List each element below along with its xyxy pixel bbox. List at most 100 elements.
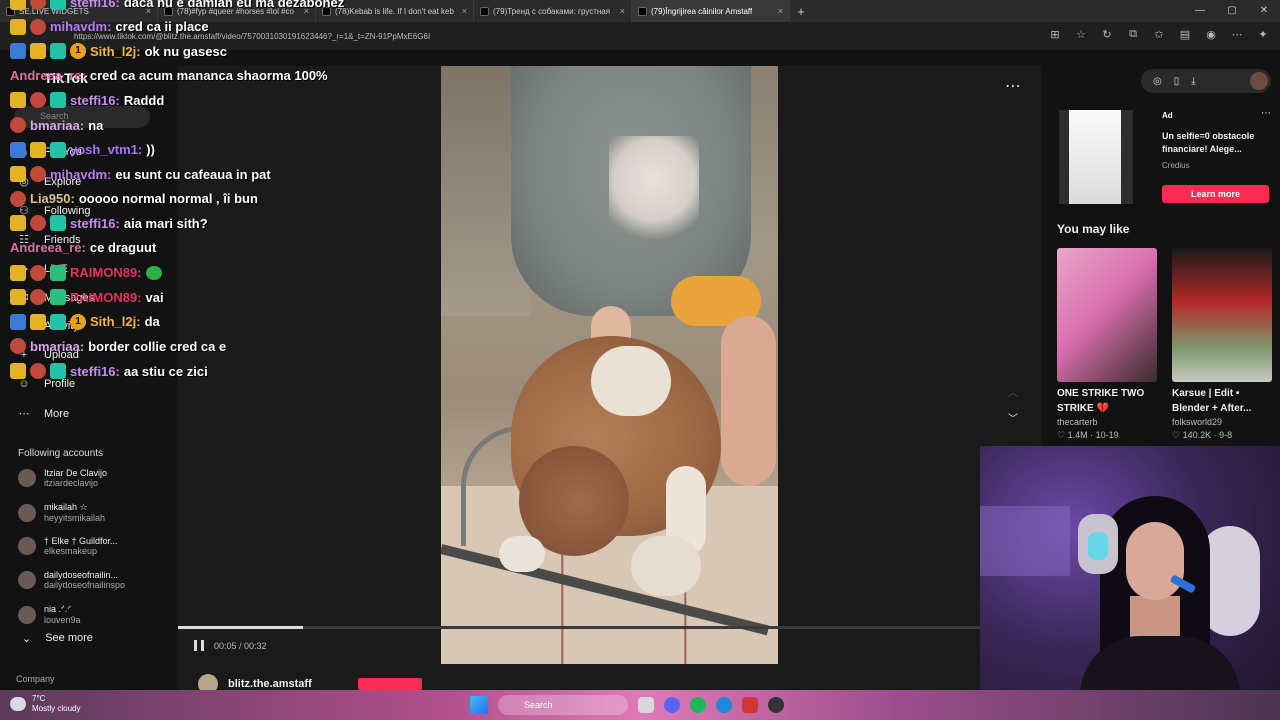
following-account[interactable]: Itziar De Clavijo itziardeclavijo: [18, 468, 107, 488]
close-tab-icon[interactable]: ×: [462, 6, 467, 16]
profile-icon: ☺: [18, 378, 30, 390]
author-name[interactable]: blitz.the.amstaff: [228, 678, 312, 690]
badge-icon: [30, 141, 46, 158]
profile-avatar-icon[interactable]: ◉: [1204, 28, 1218, 41]
chat-text: daca nu e damian eu ma dezabonez: [123, 0, 345, 10]
chevron-down-icon: ⌄: [22, 633, 32, 645]
weather-text: 7°C Mostly cloudy: [32, 694, 80, 714]
card-author: folksworld29: [1172, 417, 1223, 427]
chat-username: Andreea_re:: [10, 240, 86, 255]
chat-text: ce draguut: [89, 240, 157, 255]
user-avatar[interactable]: [1250, 72, 1268, 90]
account-info: nia .ᐟ.ᐟ louven9a: [44, 604, 81, 625]
badge-icon: [10, 117, 26, 133]
webcam-scene-headset-light: [1088, 532, 1108, 560]
refresh-icon[interactable]: ↻: [1100, 28, 1114, 41]
chat-username: mihavdm:: [50, 166, 112, 182]
chat-message: bmariaa: border collie cred ca e: [10, 338, 226, 355]
follow-button[interactable]: [358, 678, 422, 690]
phone-icon[interactable]: ▯: [1174, 76, 1180, 87]
card-stats: ♡ 1.4M · 10-19: [1057, 430, 1119, 440]
badge-icon: [30, 43, 46, 60]
favorite-star-icon[interactable]: ☆: [1074, 28, 1088, 41]
streaming-app-icon[interactable]: [742, 697, 758, 713]
obs-icon[interactable]: [768, 697, 784, 713]
pause-icon[interactable]: [194, 640, 204, 651]
badge-icon: [30, 215, 46, 232]
nav-item[interactable]: ☺ Profile: [18, 378, 75, 390]
browser-tab[interactable]: (79)Îngrijirea câinilor Amstaff ×: [632, 0, 790, 22]
see-more-label: See more: [45, 632, 93, 644]
card-author: thecarterb: [1057, 417, 1098, 427]
spotify-icon[interactable]: [690, 697, 706, 713]
chat-username: steffi16:: [70, 363, 120, 379]
badge-icon: [50, 141, 66, 158]
favorites-icon[interactable]: ✩: [1152, 28, 1166, 41]
chat-username: Andreea_re:: [10, 67, 86, 83]
following-account[interactable]: mikailah ☆ heyyitsmikailah: [18, 502, 105, 523]
windows-start-icon[interactable]: [470, 696, 488, 714]
video-scene-puppy-paw: [631, 536, 701, 596]
menu-dots-icon[interactable]: ⋯: [1230, 28, 1244, 41]
video-player[interactable]: [441, 66, 778, 664]
account-info: Itziar De Clavijo itziardeclavijo: [44, 468, 107, 488]
download-icon[interactable]: ⤓: [1191, 76, 1195, 87]
badge-icon: [30, 289, 46, 306]
playback-controls: 00:05 / 00:32: [194, 640, 267, 651]
copilot-icon[interactable]: ✦: [1256, 28, 1270, 41]
edge-icon[interactable]: [716, 697, 732, 713]
weather-widget[interactable]: 7°C Mostly cloudy: [10, 694, 80, 714]
next-video-icon[interactable]: ﹀: [1008, 410, 1018, 425]
badge-icon: [50, 215, 66, 232]
badge-icon: [10, 215, 26, 232]
ad-thumbnail[interactable]: [1059, 110, 1133, 204]
close-window-icon[interactable]: ✕: [1248, 0, 1280, 22]
following-account[interactable]: dailydoseofnailin... dailydoseofnailinspo: [18, 570, 125, 590]
badge-icon: [50, 0, 66, 10]
following-account[interactable]: † Elke † Guildfor... elkesmakeup: [18, 536, 118, 556]
account-handle: heyyitsmikailah: [44, 513, 106, 523]
maximize-icon[interactable]: ▢: [1216, 0, 1248, 22]
learn-more-button[interactable]: Learn more: [1162, 185, 1269, 203]
badge-icon: [50, 289, 66, 306]
app-icon[interactable]: ⊞: [1048, 28, 1062, 41]
chat-message: RAIMON89:: [10, 264, 166, 281]
recommend-card[interactable]: ONE STRIKE TWO STRIKE 💔 thecarterb ♡ 1.4…: [1057, 248, 1159, 441]
browser-tab[interactable]: (79)Тренд с собаками: грустная ×: [474, 0, 632, 22]
split-screen-icon[interactable]: ⧉: [1126, 28, 1140, 41]
new-tab-button[interactable]: +: [790, 4, 812, 19]
see-more-button[interactable]: ⌄ See more: [22, 632, 93, 645]
ad-text[interactable]: Un selfie=0 obstacole financiare! Alege.…: [1162, 130, 1274, 156]
coin-icon[interactable]: ◎: [1153, 76, 1162, 87]
video-scene-puppy-paw: [499, 536, 545, 572]
weather-temp: 7°C: [32, 694, 46, 703]
company-link[interactable]: Company: [16, 674, 55, 684]
account-avatar: [18, 469, 36, 487]
nav-item[interactable]: ⋯ More: [18, 407, 70, 421]
chat-message: yosh_vtm1:)): [10, 141, 155, 158]
taskbar-apps: Search: [470, 695, 784, 715]
close-tab-icon[interactable]: ×: [778, 6, 783, 16]
ad-more-icon[interactable]: ⋯: [1261, 108, 1271, 119]
close-tab-icon[interactable]: ×: [620, 6, 625, 16]
badge-icon: [30, 313, 46, 330]
following-account[interactable]: nia .ᐟ.ᐟ louven9a: [18, 604, 81, 625]
ad-image: [1069, 110, 1121, 204]
video-more-icon[interactable]: ⋯: [1005, 76, 1021, 96]
badge-icon: [10, 190, 26, 207]
collections-icon[interactable]: ▤: [1178, 28, 1192, 41]
chat-message: 1 Sith_l2j: ok nu gasesc: [10, 43, 227, 60]
badge-icon: [10, 43, 26, 60]
chat-username: Sith_l2j:: [90, 43, 141, 59]
minimize-icon[interactable]: —: [1184, 0, 1216, 22]
badge-icon: [10, 313, 26, 330]
recommend-card[interactable]: Karsue | Edit • Blender + After... folks…: [1172, 248, 1274, 441]
previous-video-icon[interactable]: ︿: [1008, 384, 1018, 399]
chat-message: Andreea_re: cred ca acum mananca shaorma …: [10, 68, 328, 83]
file-explorer-icon[interactable]: [638, 697, 654, 713]
taskbar-search[interactable]: Search: [498, 695, 628, 715]
discord-icon[interactable]: [664, 697, 680, 713]
video-progress-bar[interactable]: [178, 626, 980, 629]
badge-icon: 1: [70, 43, 86, 60]
badge-icon: [50, 92, 66, 109]
